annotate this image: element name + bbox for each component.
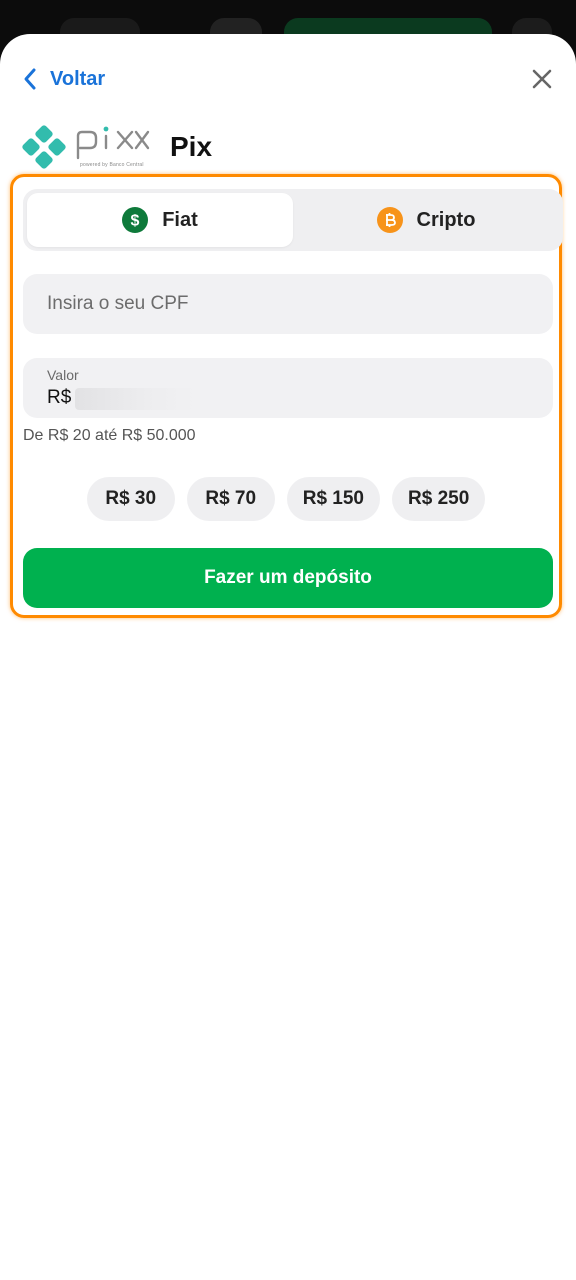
amount-value-blurred	[75, 388, 195, 410]
quick-amounts: R$ 30 R$ 70 R$ 150 R$ 250	[13, 477, 559, 521]
deposit-form: $ Fiat Cripto Insira o seu CPF Valor R$ …	[10, 174, 563, 618]
tab-fiat-label: Fiat	[162, 208, 198, 231]
page-title: Pix	[170, 131, 213, 162]
currency-type-toggle: $ Fiat Cripto	[23, 189, 563, 251]
dollar-coin-icon: $	[122, 207, 149, 233]
tab-crypto-label: Cripto	[416, 208, 476, 231]
quick-amount-chip[interactable]: R$ 250	[392, 477, 486, 521]
tab-fiat[interactable]: $ Fiat	[27, 193, 293, 247]
currency-prefix: R$	[47, 387, 72, 408]
amount-label: Valor	[47, 367, 79, 383]
deposit-button[interactable]: Fazer um depósito	[23, 548, 553, 608]
deposit-sheet: Voltar powered by Banco Central Pix $ Fi…	[0, 34, 576, 1280]
tab-crypto[interactable]: Cripto	[293, 193, 559, 247]
close-icon	[532, 69, 552, 89]
pix-wordmark-icon	[76, 126, 150, 160]
pix-powered-by: powered by Banco Central	[80, 162, 144, 168]
amount-range-hint: De R$ 20 até R$ 50.000	[23, 427, 196, 444]
chevron-left-icon	[24, 68, 36, 90]
quick-amount-chip[interactable]: R$ 30	[86, 477, 175, 521]
svg-text:$: $	[131, 213, 140, 230]
pix-wordmark: powered by Banco Central	[74, 124, 152, 170]
quick-amount-chip[interactable]: R$ 150	[286, 477, 380, 521]
cpf-placeholder: Insira o seu CPF	[47, 293, 189, 314]
back-button[interactable]: Voltar	[22, 64, 105, 94]
close-button[interactable]	[528, 65, 556, 93]
bitcoin-icon	[376, 207, 403, 233]
pix-diamond-icon	[22, 125, 66, 169]
pix-logo: powered by Banco Central	[22, 124, 152, 170]
quick-amount-chip[interactable]: R$ 70	[186, 477, 275, 521]
back-label: Voltar	[50, 67, 106, 90]
amount-input[interactable]: Valor R$	[23, 358, 553, 418]
cpf-input[interactable]: Insira o seu CPF	[23, 274, 553, 334]
payment-method-header: powered by Banco Central Pix	[22, 122, 212, 172]
